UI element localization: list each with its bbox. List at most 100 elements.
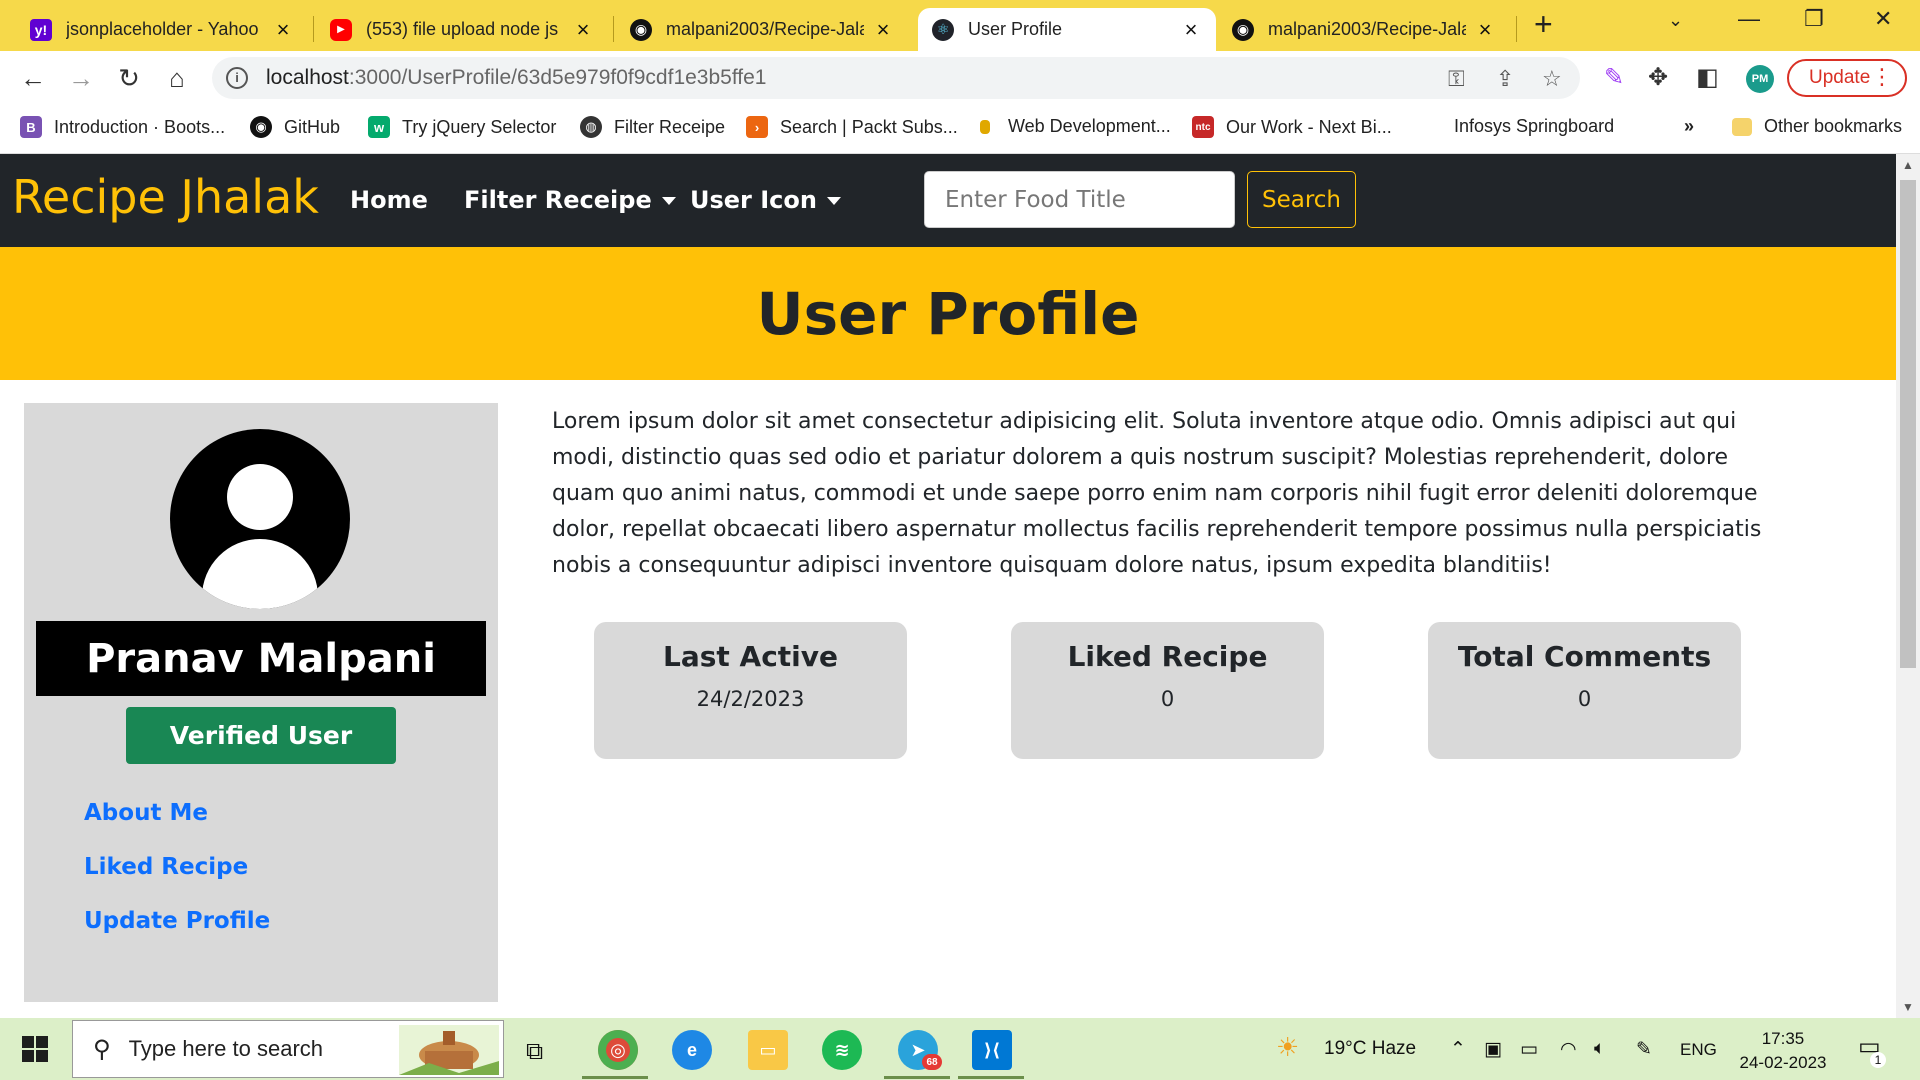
bookmark-item[interactable]: › Search | Packt Subs...	[746, 116, 958, 138]
yahoo-icon: y!	[30, 18, 52, 41]
close-tab-icon[interactable]: ×	[272, 17, 294, 43]
other-bookmarks-label: Other bookmarks	[1764, 116, 1903, 136]
spotify-taskbar-icon[interactable]: ≋	[822, 1030, 862, 1070]
back-arrow-icon[interactable]: ←	[18, 63, 48, 94]
close-window-icon[interactable]: ✕	[1874, 6, 1892, 32]
windows-start-icon[interactable]	[22, 1036, 48, 1062]
browser-tab[interactable]: ◉ malpani2003/Recipe-Jalak ×	[616, 8, 908, 51]
tab-divider	[1516, 16, 1517, 42]
close-tab-icon[interactable]: ×	[1474, 17, 1496, 43]
restore-icon[interactable]: ❐	[1804, 6, 1824, 32]
bookmark-item[interactable]: ◉ GitHub	[250, 116, 340, 138]
address-bar[interactable]: i localhost:3000/UserProfile/63d5e979f0f…	[212, 57, 1580, 99]
bookmarks-overflow-icon[interactable]: »	[1684, 116, 1694, 137]
stat-card-liked-recipe: Liked Recipe 0	[1011, 622, 1324, 759]
chrome-taskbar-icon[interactable]: ◎	[598, 1030, 638, 1070]
bookmark-icon	[980, 119, 990, 134]
tab-divider	[613, 16, 614, 42]
weather-text[interactable]: 19°C Haze	[1324, 1038, 1416, 1060]
tab-title: (553) file upload node js multer	[366, 19, 564, 39]
avatar-head	[227, 464, 293, 530]
page-title: User Profile	[756, 279, 1140, 348]
reload-icon[interactable]: ↻	[114, 63, 144, 94]
site-navbar: Recipe Jhalak Home Filter Receipe User I…	[0, 154, 1896, 247]
nav-home-link[interactable]: Home	[350, 186, 428, 214]
site-info-icon[interactable]: i	[226, 67, 248, 89]
file-explorer-taskbar-icon[interactable]: ▭	[748, 1030, 788, 1070]
forward-arrow-icon[interactable]: →	[66, 63, 96, 94]
meet-now-icon[interactable]: ▣	[1484, 1038, 1502, 1061]
chevron-up-icon[interactable]: ⌃	[1450, 1038, 1466, 1061]
browser-toolbar: ← → ↻ ⌂ i localhost:3000/UserProfile/63d…	[0, 51, 1920, 106]
bookmark-item[interactable]: Infosys Springboard	[1454, 116, 1614, 137]
tab-title: jsonplaceholder - Yahoo Search	[66, 19, 264, 39]
liked-recipe-link[interactable]: Liked Recipe	[84, 854, 248, 880]
profile-avatar-icon[interactable]: PM	[1746, 65, 1774, 93]
caret-down-icon	[826, 197, 841, 205]
tab-divider	[313, 16, 314, 42]
bookmark-item[interactable]: Web Development...	[974, 116, 1171, 137]
bookmark-item[interactable]: ◍ Filter Receipe	[580, 116, 725, 138]
update-button[interactable]: Update ⋮	[1787, 59, 1907, 97]
bookmark-label: Web Development...	[1008, 116, 1171, 136]
verified-user-button[interactable]: Verified User	[126, 707, 396, 764]
edge-taskbar-icon[interactable]: e	[672, 1030, 712, 1070]
stat-value: 0	[1577, 687, 1592, 711]
stat-label: Liked Recipe	[1067, 640, 1268, 673]
task-view-icon[interactable]: ⧉	[526, 1038, 543, 1066]
browser-tab[interactable]: ▶ (553) file upload node js multer ×	[316, 8, 608, 51]
bookmark-star-icon[interactable]: ☆	[1542, 66, 1562, 92]
pen-extension-icon[interactable]: ✎	[1604, 63, 1624, 92]
bookmark-item[interactable]: w Try jQuery Selector	[368, 116, 556, 138]
nav-filter-dropdown[interactable]: Filter Receipe	[464, 186, 676, 214]
bookmark-item[interactable]: ntc Our Work - Next Bi...	[1192, 116, 1392, 138]
stat-card-last-active: Last Active 24/2/2023	[594, 622, 907, 759]
close-tab-icon[interactable]: ×	[1180, 17, 1202, 43]
wifi-icon[interactable]: ◠	[1560, 1038, 1577, 1061]
scroll-up-icon[interactable]: ▲	[1902, 158, 1914, 172]
bookmark-item[interactable]: B Introduction · Boots...	[20, 116, 225, 138]
key-icon[interactable]: ⚿	[1448, 66, 1465, 92]
vscode-taskbar-icon[interactable]: ⟩⟨	[972, 1030, 1012, 1070]
taskbar-search-box[interactable]: ⚲ Type here to search	[72, 1020, 504, 1078]
search-button[interactable]: Search	[1247, 171, 1356, 228]
update-profile-link[interactable]: Update Profile	[84, 908, 270, 934]
new-tab-icon[interactable]: +	[1534, 6, 1553, 43]
browser-tab-active[interactable]: ⚛ User Profile ×	[918, 8, 1216, 51]
home-icon[interactable]: ⌂	[162, 63, 192, 94]
language-indicator[interactable]: ENG	[1680, 1040, 1717, 1060]
site-brand[interactable]: Recipe Jhalak	[12, 170, 319, 224]
page-scrollbar[interactable]: ▲ ▼	[1896, 154, 1920, 1018]
taskbar-clock[interactable]: 17:35 24-02-2023	[1736, 1027, 1830, 1075]
browser-tab[interactable]: y! jsonplaceholder - Yahoo Search ×	[16, 8, 308, 51]
browser-tab[interactable]: ◉ malpani2003/Recipe-Jalak ×	[1218, 8, 1510, 51]
tab-search-icon[interactable]: ⌄	[1668, 10, 1683, 31]
battery-icon[interactable]: ▭	[1520, 1038, 1538, 1061]
pen-icon[interactable]: ✎	[1636, 1038, 1652, 1061]
other-bookmarks[interactable]: Other bookmarks	[1732, 116, 1902, 137]
scroll-down-icon[interactable]: ▼	[1902, 1000, 1914, 1014]
extensions-puzzle-icon[interactable]: ✥	[1648, 63, 1668, 92]
more-menu-icon[interactable]: ⋮	[1871, 64, 1893, 90]
volume-icon[interactable]: 🔈︎	[1594, 1038, 1605, 1060]
weather-haze-icon[interactable]: ☀	[1276, 1032, 1299, 1063]
close-tab-icon[interactable]: ×	[572, 17, 594, 43]
taskbar-search-placeholder: Type here to search	[128, 1036, 324, 1061]
react-icon: ⚛	[932, 18, 954, 41]
stat-label: Total Comments	[1457, 640, 1712, 673]
active-app-indicator	[884, 1076, 950, 1079]
scrollbar-thumb[interactable]	[1900, 180, 1916, 668]
food-search-input[interactable]	[924, 171, 1235, 228]
profile-sidebar: Pranav Malpani Verified User About Me Li…	[24, 403, 498, 1002]
w3schools-icon: w	[368, 116, 390, 138]
notification-count: 1	[1870, 1052, 1886, 1068]
side-panel-icon[interactable]: ◧	[1696, 63, 1719, 92]
close-tab-icon[interactable]: ×	[872, 17, 894, 43]
minimize-icon[interactable]: —	[1738, 6, 1760, 32]
nav-user-dropdown[interactable]: User Icon	[690, 186, 841, 214]
about-me-link[interactable]: About Me	[84, 800, 208, 826]
bootstrap-icon: B	[20, 116, 42, 138]
active-app-indicator	[582, 1076, 648, 1079]
share-icon[interactable]: ⇪	[1496, 66, 1514, 92]
stat-card-total-comments: Total Comments 0	[1428, 622, 1741, 759]
